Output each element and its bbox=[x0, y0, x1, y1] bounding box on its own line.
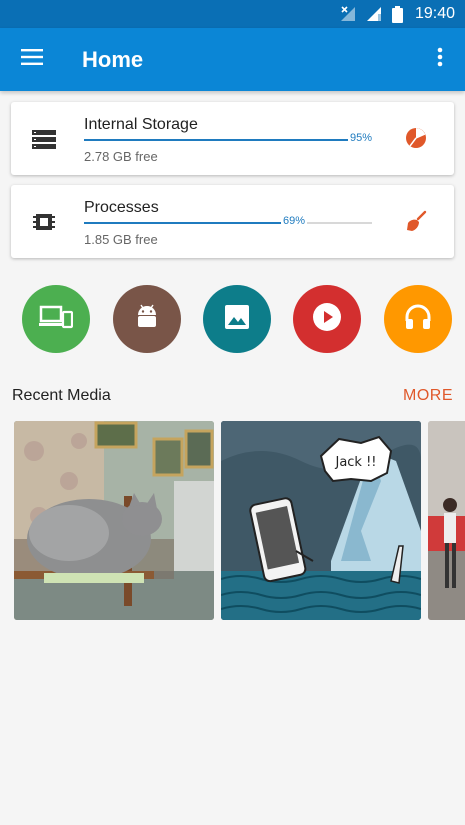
memory-progress-bar bbox=[84, 222, 372, 224]
image-icon bbox=[224, 304, 250, 335]
app-bar: Home bbox=[0, 28, 465, 91]
images-shortcut-button[interactable] bbox=[203, 285, 271, 353]
storage-percent: 95% bbox=[348, 132, 375, 144]
phone-titanic-cartoon: Jack !! bbox=[221, 421, 421, 620]
status-bar: 19:40 bbox=[0, 0, 465, 28]
headphones-icon bbox=[404, 303, 432, 336]
videos-shortcut-button[interactable] bbox=[293, 285, 361, 353]
more-vertical-icon bbox=[437, 47, 443, 72]
storage-progress-bar bbox=[84, 139, 372, 141]
clock: 19:40 bbox=[414, 5, 455, 22]
memory-chip-icon bbox=[31, 209, 57, 235]
pie-chart-icon[interactable] bbox=[404, 126, 430, 152]
menu-button[interactable] bbox=[0, 28, 64, 91]
media-thumbnail-cat[interactable] bbox=[14, 421, 214, 620]
hamburger-menu-icon bbox=[21, 49, 43, 70]
internal-storage-card[interactable]: Internal Storage 95% 2.78 GB free bbox=[11, 102, 454, 175]
media-thumbnail-cartoon[interactable]: Jack !! bbox=[221, 421, 421, 620]
storage-progress-fill bbox=[84, 139, 358, 141]
broom-clean-icon[interactable] bbox=[404, 209, 430, 235]
memory-free-text: 1.85 GB free bbox=[84, 232, 158, 247]
storage-icon bbox=[31, 126, 57, 152]
storage-free-text: 2.78 GB free bbox=[84, 149, 158, 164]
battery-icon bbox=[391, 5, 403, 23]
no-data-icon bbox=[340, 6, 358, 22]
apps-shortcut-button[interactable] bbox=[113, 285, 181, 353]
signal-icon bbox=[366, 6, 384, 22]
partial-photo bbox=[428, 421, 465, 620]
android-icon bbox=[134, 303, 160, 336]
cartoon-speech-text: Jack !! bbox=[334, 455, 376, 470]
processes-card[interactable]: Processes 69% 1.85 GB free bbox=[11, 185, 454, 258]
media-thumbnail-partial[interactable] bbox=[428, 421, 465, 620]
devices-shortcut-button[interactable] bbox=[22, 285, 90, 353]
memory-progress-fill bbox=[84, 222, 283, 224]
music-shortcut-button[interactable] bbox=[384, 285, 452, 353]
memory-percent: 69% bbox=[281, 215, 308, 227]
overflow-menu-button[interactable] bbox=[415, 28, 465, 91]
page-title: Home bbox=[82, 46, 144, 72]
cat-sleeping-photo bbox=[14, 421, 214, 620]
apps-devices-icon bbox=[39, 304, 74, 335]
card-title: Internal Storage bbox=[84, 116, 198, 133]
recent-media-title: Recent Media bbox=[12, 387, 111, 404]
more-button[interactable]: MORE bbox=[403, 387, 453, 405]
card-title: Processes bbox=[84, 199, 159, 216]
video-play-icon bbox=[312, 302, 342, 337]
